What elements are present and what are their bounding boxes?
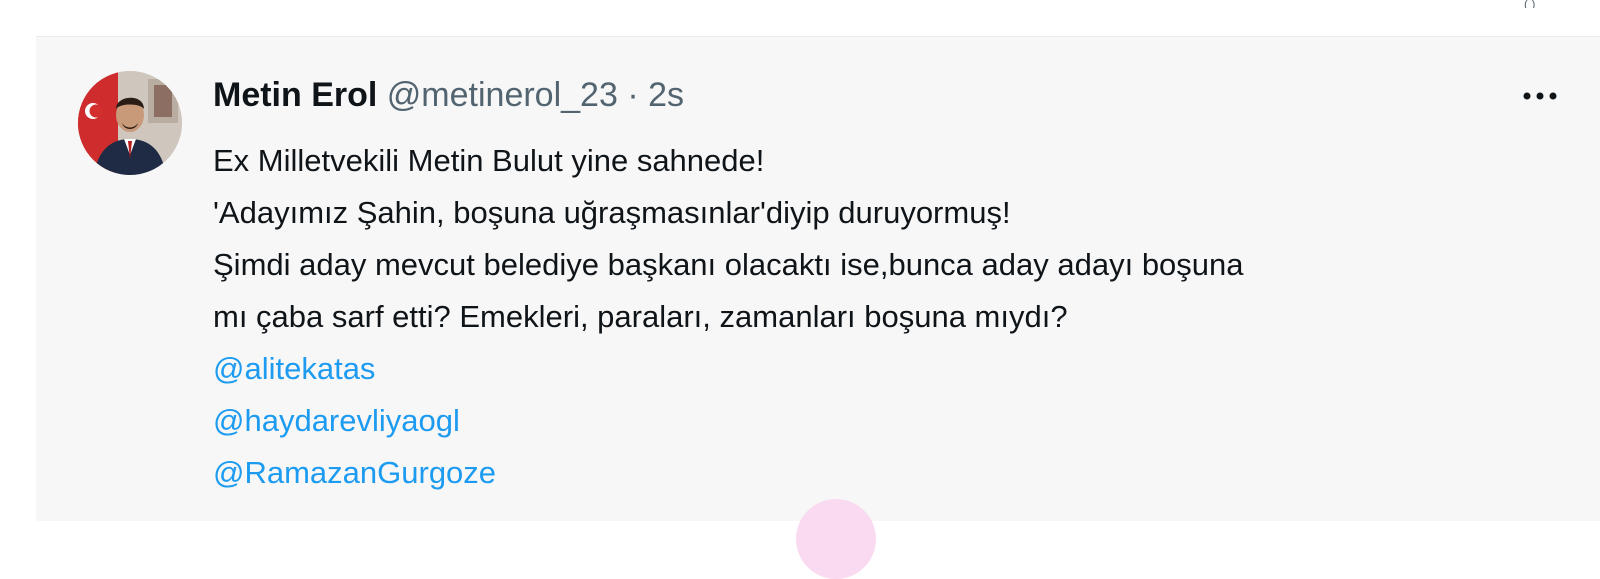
more-options-button[interactable] [1518, 81, 1562, 111]
tweet-text-line: 'Adayımız Şahin, boşuna uğraşmasınlar'di… [213, 195, 1011, 230]
timestamp[interactable]: 2s [648, 76, 684, 114]
tweet-text-line: mı çaba sarf etti? Emekleri, paraları, z… [213, 299, 1068, 334]
display-name[interactable]: Metin Erol [213, 76, 377, 114]
mention-link-haydarevliyaogl[interactable]: @haydarevliyaogl [213, 395, 1573, 447]
previous-tweet-strip: ( ) [36, 0, 1600, 37]
tweet-text-line: Ex Milletvekili Metin Bulut yine sahnede… [213, 143, 765, 178]
header-separator: · [627, 76, 639, 114]
mention-link-alitekatas[interactable]: @alitekatas [213, 343, 1573, 395]
tweet-text-line: Şimdi aday mevcut belediye başkanı olaca… [213, 247, 1244, 282]
tweet-body: Ex Milletvekili Metin Bulut yine sahnede… [213, 135, 1573, 499]
user-handle[interactable]: @metinerol_23 [387, 76, 618, 114]
media-preview-edge [796, 499, 876, 579]
reply-icon: ( ) [1524, 0, 1536, 8]
tweet[interactable]: Metin Erol @metinerol_23 · 2s Ex Milletv… [36, 37, 1600, 579]
avatar[interactable] [78, 71, 182, 175]
tweet-header: Metin Erol @metinerol_23 · 2s [213, 75, 684, 115]
more-horizontal-icon [1523, 92, 1557, 100]
avatar-image [78, 71, 182, 175]
mention-link-ramazangurgoze[interactable]: @RamazanGurgoze [213, 447, 1573, 499]
